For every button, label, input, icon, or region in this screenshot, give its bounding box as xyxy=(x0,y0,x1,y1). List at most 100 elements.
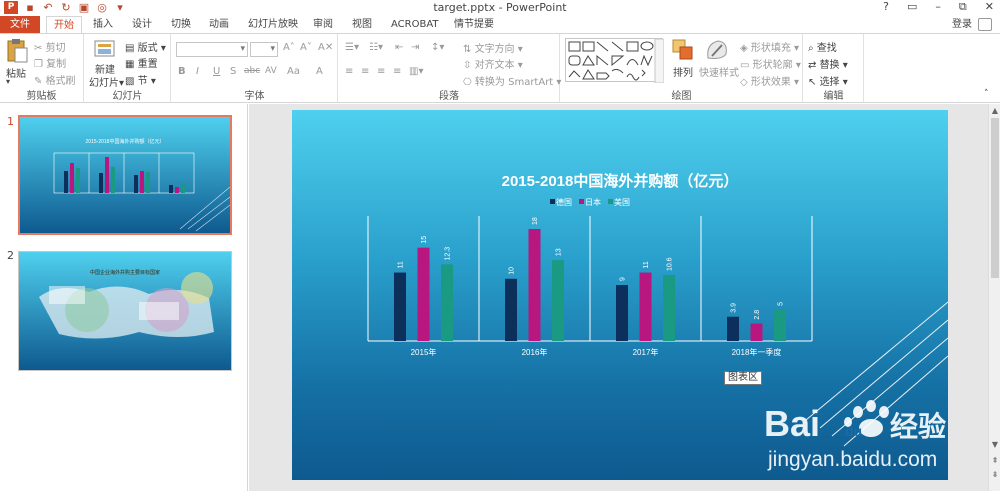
tab-design[interactable]: 设计 xyxy=(130,16,154,33)
title-bar: P ▪ ↶ ↻ ▣ ◎ ▾ target.pptx - PowerPoint ?… xyxy=(0,0,1000,16)
quick-styles-button[interactable]: 快速样式 xyxy=(699,64,739,79)
bar-美国-2018年一季度 xyxy=(774,309,786,341)
tab-transitions[interactable]: 切换 xyxy=(169,16,193,33)
tab-review[interactable]: 审阅 xyxy=(311,16,335,33)
paragraph-group-label: 段落 xyxy=(439,91,459,102)
numbering-button[interactable]: ☷▾ xyxy=(369,42,383,53)
slide-thumbnail-2[interactable]: 中国企业海外并购主要目标国家 xyxy=(18,251,232,371)
increase-indent-button[interactable]: ⇥ xyxy=(411,42,419,53)
section-button[interactable]: ▧ 节 ▾ xyxy=(125,72,156,87)
tab-animations[interactable]: 动画 xyxy=(207,16,231,33)
text-direction-button[interactable]: ⇅ 文字方向 ▾ xyxy=(463,40,523,55)
slide-1-preview: 2015-2018中国海外并购额（亿元） xyxy=(20,117,230,233)
legend-swatch xyxy=(550,199,555,204)
chart-svg[interactable]: 2015-2018中国海外并购额（亿元） 德国 日本 美国 11 15 12.3 10 18… xyxy=(292,110,948,480)
bar-日本-2016年 xyxy=(528,229,541,341)
change-case-button[interactable]: Aa xyxy=(287,66,300,77)
paste-dropdown-icon[interactable]: ▾ xyxy=(6,77,10,86)
align-left-button[interactable]: ≡ xyxy=(345,66,353,77)
tab-slideshow[interactable]: 幻灯片放映 xyxy=(246,16,300,33)
decrease-indent-button[interactable]: ⇤ xyxy=(395,42,403,53)
font-size-select[interactable] xyxy=(250,42,278,57)
shape-outline-button[interactable]: ▭ 形状轮廓 ▾ xyxy=(740,56,801,71)
slide-thumbnail-1[interactable]: 2015-2018中国海外并购额（亿元） xyxy=(18,115,232,235)
replace-button[interactable]: ⇄ 替换 ▾ xyxy=(808,56,848,71)
help-button[interactable]: ? xyxy=(883,0,889,14)
decrease-font-size-button[interactable]: A˅ xyxy=(300,42,312,53)
font-color-button[interactable]: A xyxy=(316,66,323,77)
bar-日本-2018年一季度 xyxy=(750,323,763,341)
bar-美国-2017年 xyxy=(663,275,675,341)
restore-button[interactable]: ⧉ xyxy=(959,0,967,14)
shapes-gallery[interactable] xyxy=(565,38,665,84)
bullets-button[interactable]: ☰▾ xyxy=(345,42,359,53)
layout-button[interactable]: ▤ 版式 ▾ xyxy=(125,39,166,54)
increase-font-size-button[interactable]: A˄ xyxy=(283,42,295,53)
scroll-thumb[interactable] xyxy=(991,118,999,278)
font-group-label: 字体 xyxy=(244,91,265,102)
collapse-ribbon-icon[interactable]: ˄ xyxy=(984,89,989,99)
columns-button[interactable]: ▥▾ xyxy=(409,66,423,77)
data-label: 10.6 xyxy=(667,257,674,271)
data-label: 9 xyxy=(620,277,627,281)
align-center-button[interactable]: ≡ xyxy=(361,66,369,77)
find-button[interactable]: ⌕ 查找 xyxy=(808,39,837,54)
category-label: 2018年一季度 xyxy=(732,347,782,357)
close-button[interactable]: ✕ xyxy=(985,0,994,14)
legend-swatch xyxy=(579,199,584,204)
character-spacing-button[interactable]: AV xyxy=(265,66,277,76)
chart-legend: 德国 日本 美国 xyxy=(550,197,630,207)
new-slide-icon[interactable] xyxy=(94,38,116,58)
select-button[interactable]: ↖ 选择 ▾ xyxy=(808,73,848,88)
arrange-button[interactable]: 排列 xyxy=(673,64,693,79)
clear-formatting-button[interactable]: A✕ xyxy=(318,42,333,53)
line-spacing-button[interactable]: ↕▾ xyxy=(431,42,444,53)
slides-panel: 1 2015-2018中国海外并购额（亿元） 2 中国企业海外并购主要目标国家 xyxy=(0,104,248,491)
tab-storyboard[interactable]: 情节提要 xyxy=(452,16,496,33)
vertical-scrollbar[interactable]: ▲ ▼ ⇞ ⇟ xyxy=(988,104,1000,491)
ribbon-display-button[interactable]: ▭ xyxy=(907,0,917,14)
scroll-down-icon[interactable]: ▼ xyxy=(989,440,1000,449)
legend-swatch xyxy=(608,199,613,204)
scroll-up-icon[interactable]: ▲ xyxy=(989,106,1000,115)
font-name-select[interactable] xyxy=(176,42,248,57)
underline-button[interactable]: U xyxy=(213,66,220,77)
justify-button[interactable]: ≡ xyxy=(393,66,401,77)
shadow-button[interactable]: S xyxy=(230,66,236,77)
shape-effects-button[interactable]: ◇ 形状效果 ▾ xyxy=(740,73,799,88)
convert-smartart-button[interactable]: ⎔ 转换为 SmartArt ▾ xyxy=(463,73,561,88)
align-right-button[interactable]: ≡ xyxy=(377,66,385,77)
next-slide-icon[interactable]: ⇟ xyxy=(989,470,1000,479)
italic-button[interactable]: I xyxy=(196,66,199,77)
font-group: A˄ A˅ A✕ B I U S abc AV Aa A 字体 xyxy=(172,34,338,103)
paste-icon[interactable] xyxy=(6,38,28,64)
login-link[interactable]: 登录 xyxy=(952,16,972,33)
category-label: 2017年 xyxy=(633,347,659,357)
minimize-button[interactable]: – xyxy=(935,0,941,14)
legend-label: 德国 xyxy=(556,197,572,207)
shape-fill-button[interactable]: ◈ 形状填充 ▾ xyxy=(740,39,799,54)
slide-number: 2 xyxy=(7,249,14,262)
tab-insert[interactable]: 插入 xyxy=(91,16,115,33)
bold-button[interactable]: B xyxy=(178,66,186,77)
format-painter-button[interactable]: ✎ 格式刷 xyxy=(34,72,76,87)
quick-styles-icon[interactable] xyxy=(704,38,730,62)
reset-button[interactable]: ▦ 重置 xyxy=(125,55,158,70)
watermark-brand-du: du xyxy=(845,423,862,439)
category-axis-labels: 2015年 2016年 2017年 2018年一季度 xyxy=(411,347,782,357)
watermark-cn: 经验 xyxy=(890,410,946,443)
copy-button[interactable]: ❐ 复制 xyxy=(34,55,66,70)
align-text-button[interactable]: ⇳ 对齐文本 ▾ xyxy=(463,56,523,71)
current-slide[interactable]: 2015-2018中国海外并购额（亿元） 德国 日本 美国 11 15 12.3 10 18… xyxy=(292,110,948,480)
feedback-smiley-icon[interactable] xyxy=(978,18,992,31)
tab-acrobat[interactable]: ACROBAT xyxy=(389,16,441,33)
arrange-icon[interactable] xyxy=(672,38,694,62)
tab-home[interactable]: 开始 xyxy=(46,16,82,33)
watermark-url: jingyan.baidu.com xyxy=(767,448,937,471)
tab-file[interactable]: 文件 xyxy=(0,16,40,33)
tab-view[interactable]: 视图 xyxy=(350,16,374,33)
previous-slide-icon[interactable]: ⇞ xyxy=(989,456,1000,465)
data-label: 11 xyxy=(643,261,650,268)
cut-button[interactable]: ✂ 剪切 xyxy=(34,39,66,54)
strikethrough-button[interactable]: abc xyxy=(244,66,260,76)
